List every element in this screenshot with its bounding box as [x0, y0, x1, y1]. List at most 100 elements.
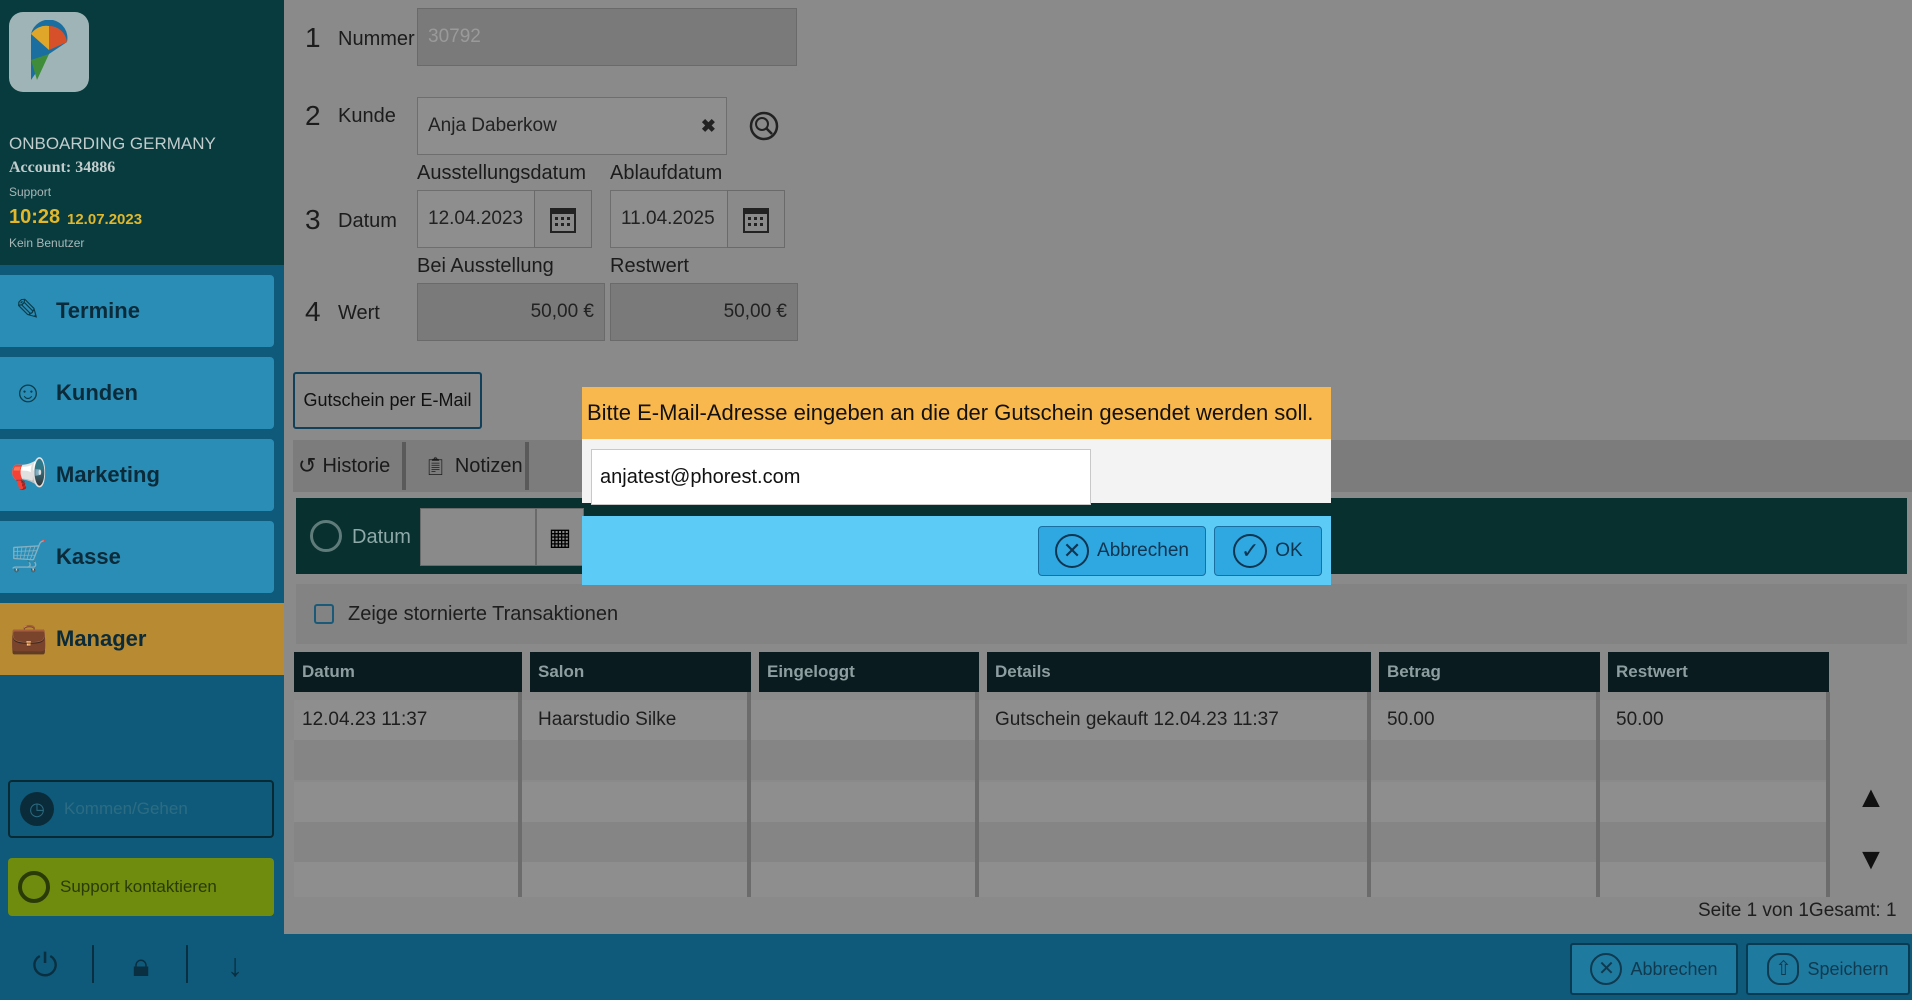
ausstellungsdatum-value: 12.04.2023	[428, 208, 524, 229]
nummer-placeholder: 30792	[428, 26, 481, 47]
cell-betrag: 50.00	[1387, 709, 1435, 730]
restwert-value: 50,00 €	[723, 301, 787, 322]
email-dialog-title: Bitte E-Mail-Adresse eingeben an die der…	[582, 387, 1331, 439]
step-1-number: 1	[305, 22, 321, 53]
clock-date: 12.07.2023	[67, 211, 143, 228]
scroll-down-icon[interactable]: ▼	[1856, 845, 1886, 875]
user-role: Support	[9, 185, 52, 199]
kommen-gehen-button[interactable]: ◷ Kommen/Gehen	[8, 780, 274, 838]
power-icon[interactable]: ⏻	[20, 945, 70, 985]
column-divider	[1826, 692, 1830, 897]
tab-historie[interactable]: ↺ Historie	[298, 440, 390, 492]
kunde-value: Anja Daberkow	[428, 115, 557, 136]
kommen-gehen-label: Kommen/Gehen	[64, 799, 188, 818]
gutschein-email-button[interactable]: Gutschein per E-Mail	[293, 372, 482, 429]
nav-termine[interactable]: ✎ Termine	[0, 275, 274, 347]
clock-icon: ◷	[20, 792, 54, 826]
briefcase-icon: 💼	[10, 622, 48, 655]
nummer-field[interactable]: 30792	[417, 8, 797, 66]
megaphone-icon: 📢	[10, 458, 48, 491]
column-header-salon[interactable]: Salon	[530, 652, 751, 692]
divider	[92, 945, 94, 983]
nummer-label: Nummer	[338, 28, 415, 50]
nav-label: Manager	[56, 626, 147, 651]
footer-save-button[interactable]: ⇧ Speichern	[1746, 943, 1910, 995]
search-icon[interactable]	[748, 110, 782, 144]
dialog-cancel-button[interactable]: ✕ Abbrechen	[1038, 526, 1206, 576]
bei-ausstellung-label: Bei Ausstellung	[417, 255, 554, 277]
column-header-restwert[interactable]: Restwert	[1608, 652, 1829, 692]
filter-datum-input[interactable]	[420, 508, 536, 566]
ablaufdatum-field[interactable]: 11.04.2025	[610, 190, 728, 248]
shopping-cart-icon: 🛒	[10, 540, 48, 573]
nav-manager[interactable]: 💼 Manager	[0, 603, 284, 675]
kunde-field[interactable]: Anja Daberkow ✖	[417, 97, 727, 155]
dialog-ok-label: OK	[1275, 540, 1303, 561]
footer-cancel-button[interactable]: ✕ Abbrechen	[1570, 943, 1738, 995]
column-divider	[518, 692, 522, 897]
cell-details: Gutschein gekauft 12.04.23 11:37	[995, 709, 1279, 730]
nav-label: Marketing	[56, 462, 160, 487]
step-3-number: 3	[305, 204, 321, 235]
clock-time: 10:28	[9, 206, 61, 228]
nav-kunden[interactable]: ☺ Kunden	[0, 357, 274, 429]
calendar-icon[interactable]: ▦	[536, 508, 584, 566]
customer-head-icon: ☺	[12, 376, 44, 409]
clipboard-icon: 📋︎	[424, 455, 447, 476]
paging-info: Seite 1 von 1Gesamt: 1	[1698, 900, 1897, 921]
account-number: Account: 34886	[9, 159, 116, 176]
cell-eingeloggt	[759, 700, 767, 740]
support-button[interactable]: Support kontaktieren	[8, 858, 274, 916]
tab-label: Historie	[322, 454, 391, 477]
cell-salon: Haarstudio Silke	[538, 709, 677, 730]
app-logo	[9, 12, 89, 92]
ausstellungsdatum-calendar-button[interactable]	[534, 190, 592, 248]
restwert-label: Restwert	[610, 255, 689, 277]
column-header-eingeloggt[interactable]: Eingeloggt	[759, 652, 979, 692]
search-icon	[310, 520, 342, 552]
cell-restwert: 50.00	[1616, 709, 1664, 730]
column-divider	[747, 692, 751, 897]
close-circle-icon: ✕	[1055, 534, 1090, 568]
column-divider	[975, 692, 979, 897]
ausstellungsdatum-field[interactable]: 12.04.2023	[417, 190, 535, 248]
show-cancelled-row[interactable]: Zeige stornierte Transaktionen	[296, 584, 1907, 644]
kunde-label: Kunde	[338, 105, 396, 127]
nav-marketing[interactable]: 📢 Marketing	[0, 439, 274, 511]
clear-icon[interactable]: ✖	[701, 116, 716, 137]
column-header-betrag[interactable]: Betrag	[1379, 652, 1600, 692]
ablaufdatum-value: 11.04.2025	[621, 208, 715, 229]
column-header-datum[interactable]: Datum	[294, 652, 522, 692]
divider	[186, 945, 188, 983]
tab-divider	[402, 442, 406, 490]
tab-divider	[525, 442, 529, 490]
ablaufdatum-calendar-button[interactable]	[727, 190, 785, 248]
nav-kasse[interactable]: 🛒 Kasse	[0, 521, 274, 593]
nav-label: Kunden	[56, 380, 138, 405]
email-input[interactable]	[591, 449, 1091, 505]
footer-save-label: Speichern	[1807, 958, 1889, 979]
close-circle-icon: ✕	[1590, 953, 1623, 985]
company-name: ONBOARDING GERMANY	[9, 134, 216, 153]
ausstellungsdatum-label: Ausstellungsdatum	[417, 162, 586, 184]
column-header-details[interactable]: Details	[987, 652, 1371, 692]
column-divider	[1596, 692, 1600, 897]
arrow-down-icon[interactable]: ↓	[210, 945, 260, 985]
scroll-up-icon[interactable]: ▲	[1856, 783, 1886, 813]
cloud-upload-icon: ⇧	[1767, 953, 1800, 985]
dialog-cancel-label: Abbrechen	[1097, 540, 1189, 561]
email-dialog-footer: ✕ Abbrechen ✓ OK	[582, 516, 1331, 585]
dialog-ok-button[interactable]: ✓ OK	[1214, 526, 1322, 576]
footer-cancel-label: Abbrechen	[1630, 958, 1718, 979]
ablaufdatum-label: Ablaufdatum	[610, 162, 723, 184]
lock-icon[interactable]: 🔒︎	[116, 945, 166, 985]
cell-datum: 12.04.23 11:37	[302, 709, 428, 730]
wert-label: Wert	[338, 302, 380, 324]
nav-label: Kasse	[56, 544, 121, 569]
tab-notizen[interactable]: 📋︎ Notizen	[424, 440, 523, 492]
support-label: Support kontaktieren	[60, 877, 217, 896]
lifebuoy-icon	[18, 871, 50, 903]
show-cancelled-checkbox[interactable]	[314, 604, 334, 624]
calendar-edit-icon: ✎	[15, 294, 41, 327]
filter-datum-label: Datum	[352, 526, 411, 548]
